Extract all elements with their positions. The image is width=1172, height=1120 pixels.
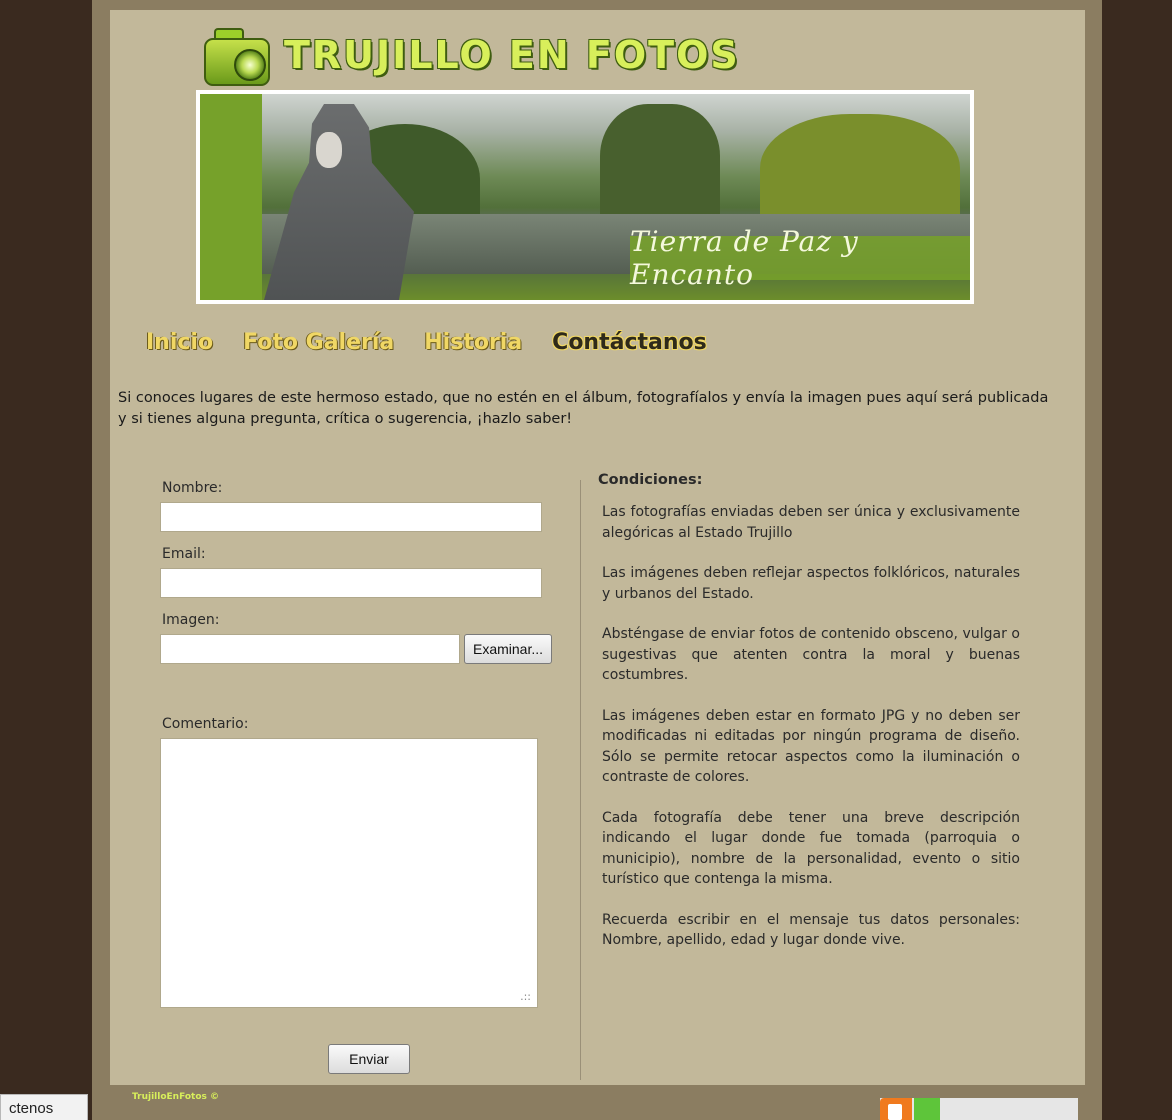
column-divider (580, 480, 581, 1080)
condition-item: Las fotografías enviadas deben ser única… (602, 504, 1020, 541)
image-label: Imagen: (162, 612, 220, 628)
banner-caption: Tierra de Paz y Encanto (630, 225, 970, 291)
nav-item-historia[interactable]: Historia (424, 330, 522, 355)
intro-text: Si conoces lugares de este hermoso estad… (118, 390, 1049, 427)
share-icon[interactable] (914, 1098, 940, 1120)
image-path-field[interactable] (160, 634, 460, 664)
name-label: Nombre: (162, 480, 223, 496)
conditions-panel: Condiciones: Las fotografías enviadas de… (598, 472, 1020, 971)
comment-textarea[interactable]: .:: (160, 738, 538, 1008)
submit-button[interactable]: Enviar (328, 1044, 410, 1074)
nav-item-inicio[interactable]: Inicio (146, 330, 213, 355)
main-nav: Inicio Foto Galería Historia Contáctanos (146, 330, 737, 355)
header-banner: Tierra de Paz y Encanto (196, 90, 974, 304)
file-upload: Examinar... (160, 634, 560, 664)
condition-item: Las imágenes deben estar en formato JPG … (602, 707, 1020, 786)
camera-icon (200, 24, 272, 86)
nav-item-foto-galeria[interactable]: Foto Galería (243, 330, 394, 355)
resize-grip-icon[interactable]: .:: (520, 990, 531, 1003)
comment-label: Comentario: (162, 716, 249, 732)
email-label: Email: (162, 546, 206, 562)
condition-item: Cada fotografía debe tener una breve des… (602, 809, 1020, 888)
logo-text: TRUJILLO EN FOTOS (284, 33, 740, 77)
floating-tab[interactable]: ctenos (0, 1094, 88, 1120)
nav-item-contactanos[interactable]: Contáctanos (552, 330, 707, 355)
site-logo[interactable]: TRUJILLO EN FOTOS (200, 20, 740, 90)
email-field[interactable] (160, 568, 542, 598)
footer-copyright: TrujilloEnFotos © (132, 1092, 220, 1102)
contact-form: Nombre: Email: Imagen: Examinar... Comen… (160, 480, 560, 1074)
condition-item: Las imágenes deben reflejar aspectos fol… (602, 565, 1020, 602)
condition-item: Recuerda escribir en el mensaje tus dato… (602, 911, 1020, 949)
browse-button[interactable]: Examinar... (464, 634, 553, 664)
banner-image: Tierra de Paz y Encanto (200, 94, 970, 300)
condition-item: Absténgase de enviar fotos de contenido … (602, 626, 1020, 683)
name-field[interactable] (160, 502, 542, 532)
conditions-title: Condiciones: (598, 472, 703, 488)
